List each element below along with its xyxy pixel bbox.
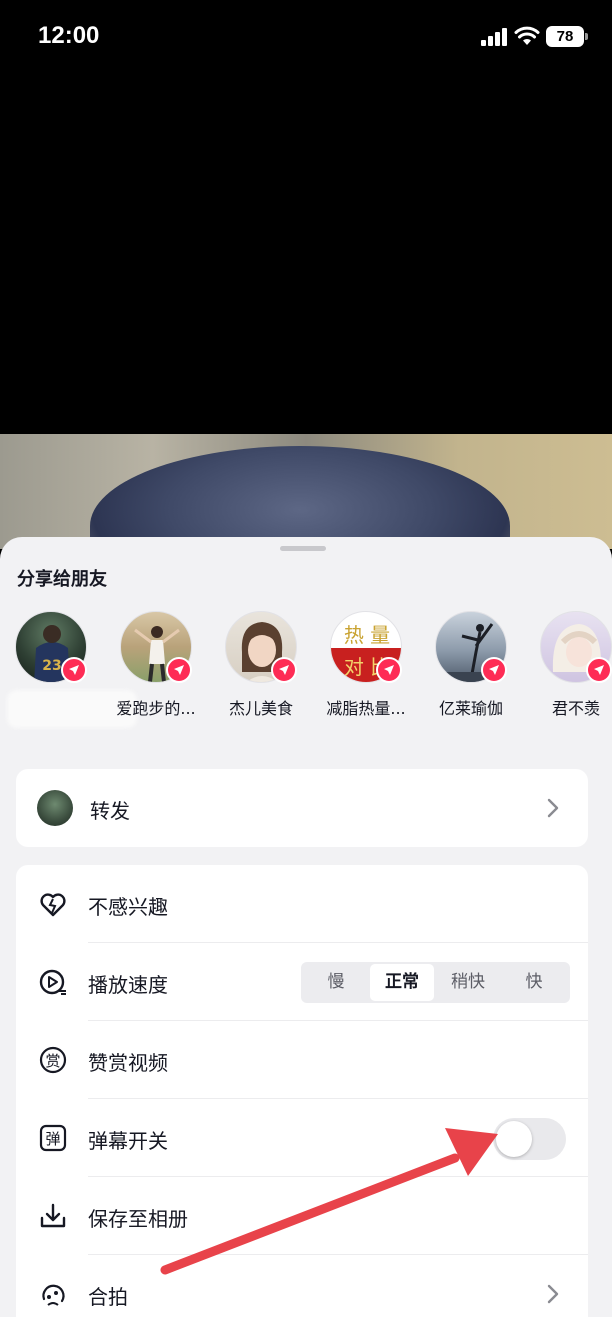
speed-slightly-fast[interactable]: 稍快	[436, 964, 500, 1001]
option-label: 合拍	[88, 1285, 128, 1309]
reward-icon: 赏	[39, 1046, 67, 1074]
option-label: 播放速度	[88, 973, 168, 997]
option-label: 赞赏视频	[88, 1051, 168, 1075]
reward-video-row[interactable]: 赏 赞赏视频	[16, 1021, 588, 1099]
danmaku-icon-text: 弹	[45, 1130, 60, 1148]
chevron-right-icon	[547, 1284, 559, 1304]
option-label: 保存至相册	[88, 1207, 188, 1231]
send-icon	[271, 657, 297, 683]
send-icon	[586, 657, 612, 683]
speed-play-icon	[39, 969, 66, 995]
duet-icon	[42, 1284, 65, 1306]
option-label: 不感兴趣	[88, 895, 168, 919]
send-icon	[376, 657, 402, 683]
chevron-right-icon	[547, 798, 559, 818]
forward-label: 转发	[90, 799, 130, 823]
speed-selector: 慢 正常 稍快 快	[301, 962, 570, 1003]
friend-name: 杰儿美食	[228, 699, 293, 718]
status-bar: 12:00 78	[0, 0, 612, 72]
svg-text:23: 23	[42, 658, 61, 674]
video-frame	[0, 434, 612, 549]
save-to-album-row[interactable]: 保存至相册	[16, 1177, 588, 1255]
danmaku-row: 弹 弹幕开关	[16, 1099, 588, 1177]
signal-icon	[481, 28, 507, 46]
speed-slow[interactable]: 慢	[304, 964, 368, 1001]
friends-row: 23 爱跑步的... 杰儿美食 热 量 对 比 减脂热量... 亿莱瑜伽 君不羡	[0, 611, 612, 728]
forward-row[interactable]: 转发	[16, 769, 588, 847]
status-time: 12:00	[38, 22, 100, 49]
drag-handle[interactable]	[280, 546, 326, 551]
heart-outline-icon	[40, 893, 66, 917]
danmaku-toggle[interactable]	[493, 1118, 566, 1160]
share-title: 分享给朋友	[17, 569, 107, 590]
share-sheet: 分享给朋友 23 爱跑步的... 杰儿美食 热 量 对 比 减脂热量... 亿莱…	[0, 537, 612, 1317]
send-icon	[481, 657, 507, 683]
download-icon	[40, 1203, 66, 1228]
options-list: 不感兴趣 播放速度 慢 正常 稍快 快 赏 赞赏视频 弹 弹幕开关 保存至相册 …	[16, 865, 588, 1317]
danmaku-icon: 弹	[39, 1124, 67, 1152]
battery-icon: 78	[546, 26, 588, 47]
friend-name: 爱跑步的...	[116, 699, 196, 718]
reward-icon-text: 赏	[45, 1052, 60, 1070]
playback-speed-row: 播放速度 慢 正常 稍快 快	[16, 943, 588, 1021]
send-icon	[166, 657, 192, 683]
send-icon	[61, 657, 87, 683]
friend-name: 减脂热量...	[326, 699, 406, 718]
avatar-text-top: 热 量	[344, 623, 390, 647]
option-label: 弹幕开关	[88, 1129, 168, 1153]
friend-name: 君不羡	[551, 699, 600, 718]
not-interested-row[interactable]: 不感兴趣	[16, 865, 588, 943]
duet-row[interactable]: 合拍	[16, 1255, 588, 1317]
wifi-icon	[514, 26, 540, 45]
user-avatar	[37, 790, 73, 826]
toggle-knob	[496, 1121, 532, 1157]
speed-normal[interactable]: 正常	[370, 964, 434, 1001]
friend-name: 亿莱瑜伽	[438, 699, 503, 718]
speed-fast[interactable]: 快	[502, 964, 566, 1001]
